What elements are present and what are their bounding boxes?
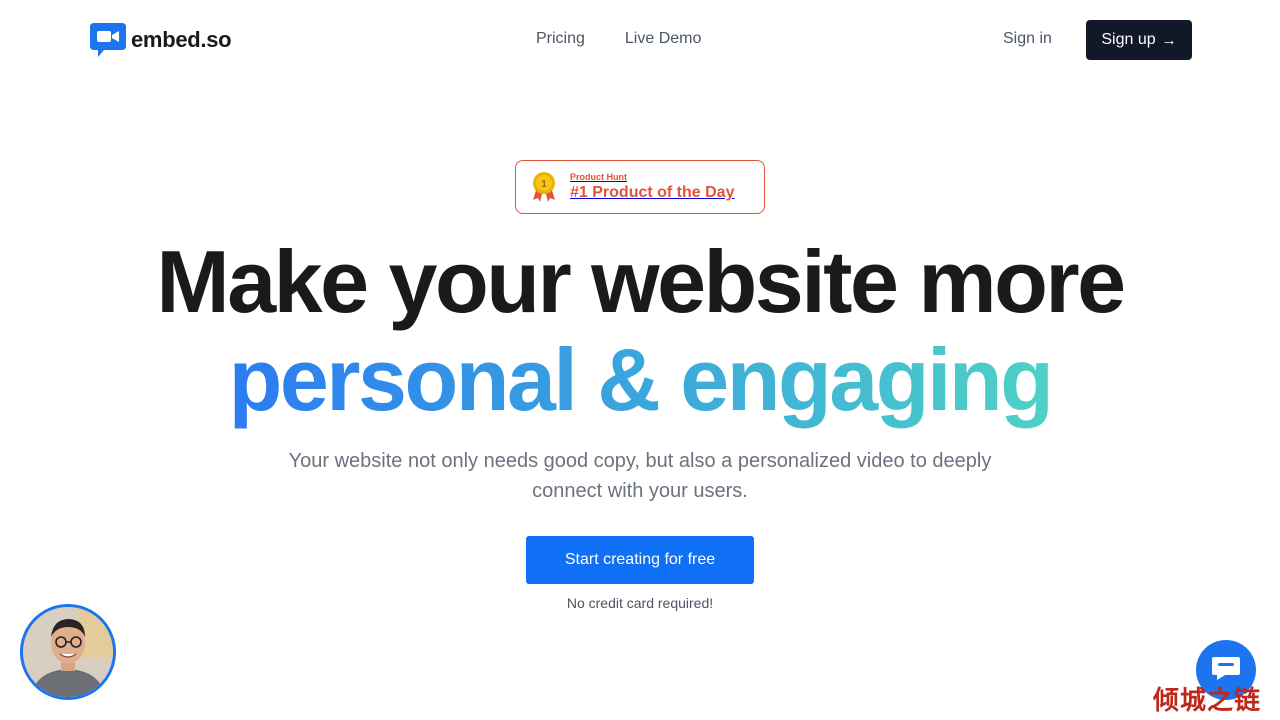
sign-up-label: Sign up: [1101, 31, 1156, 48]
badge-title: #1 Product of the Day: [570, 184, 735, 201]
product-hunt-badge[interactable]: 1 Product Hunt #1 Product of the Day: [515, 160, 765, 214]
hero-heading-line2: personal & engaging: [0, 330, 1280, 430]
sign-in-link[interactable]: Sign in: [1003, 30, 1052, 48]
badge-source: Product Hunt: [570, 172, 627, 182]
brand-logo[interactable]: embed.so: [90, 23, 232, 57]
watermark-text: 倾城之链: [1153, 686, 1262, 716]
hero-gradient-text: personal & engaging: [228, 330, 1054, 429]
sign-up-button[interactable]: Sign up →: [1086, 20, 1192, 60]
badge-text: Product Hunt #1 Product of the Day: [570, 172, 734, 202]
main-nav: Pricing Live Demo: [536, 30, 701, 48]
medal-icon: 1: [530, 171, 558, 203]
person-avatar: [23, 607, 113, 697]
nav-link-pricing[interactable]: Pricing: [536, 30, 585, 48]
hero-subtitle: Your website not only needs good copy, b…: [288, 450, 992, 502]
svg-text:1: 1: [541, 179, 547, 190]
arrow-right-icon: →: [1161, 31, 1177, 49]
no-credit-card-note: No credit card required!: [566, 595, 714, 611]
start-creating-button[interactable]: Start creating for free: [526, 536, 754, 584]
video-camera-logo-icon: [90, 23, 126, 57]
nav-link-live-demo[interactable]: Live Demo: [625, 30, 701, 48]
video-avatar-bubble[interactable]: [20, 604, 116, 700]
brand-name: embed.so: [131, 27, 232, 52]
hero-heading-line1: Make your website more: [156, 232, 1126, 331]
